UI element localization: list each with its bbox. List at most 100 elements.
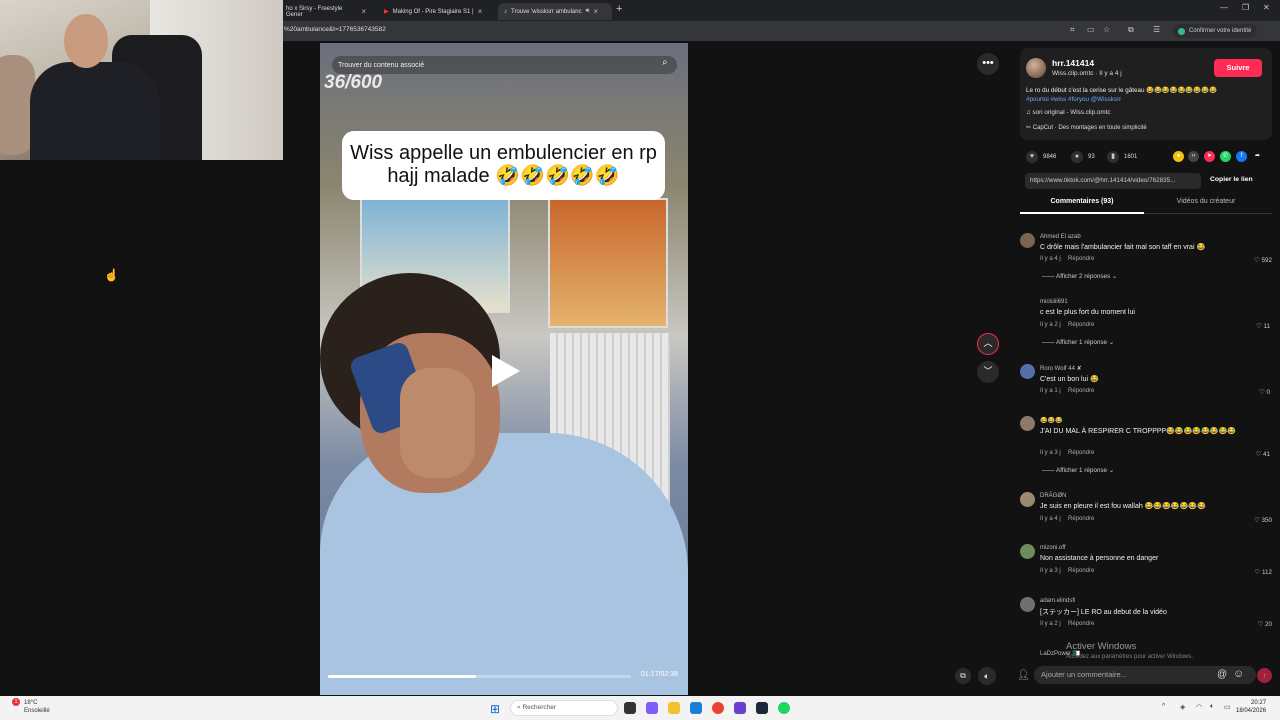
next-video-button[interactable]: ﹀ bbox=[977, 361, 999, 383]
show-replies-button[interactable]: —— Afficher 2 réponses ⌄ bbox=[1042, 273, 1117, 280]
chrome-icon[interactable] bbox=[712, 702, 724, 714]
steam-icon[interactable] bbox=[756, 702, 768, 714]
file-explorer-icon[interactable] bbox=[668, 702, 680, 714]
edge-icon[interactable] bbox=[690, 702, 702, 714]
taskbar-search[interactable]: ⌕ Rechercher bbox=[510, 700, 618, 716]
volume-icon[interactable]: 🔈︎ bbox=[978, 667, 996, 685]
tab-comments[interactable]: Commentaires (93) bbox=[1020, 198, 1144, 205]
extensions-icon[interactable]: ⧉ bbox=[1128, 25, 1134, 35]
comment-stat[interactable]: ● 93 bbox=[1071, 151, 1095, 163]
browser-tab[interactable]: ho x Sirsy - Freestyle Gener × bbox=[280, 3, 372, 20]
mention-icon[interactable]: @ bbox=[1217, 669, 1227, 680]
author-avatar[interactable] bbox=[1026, 58, 1046, 78]
reply-button[interactable]: Répondre bbox=[1068, 568, 1094, 574]
reply-button[interactable]: Répondre bbox=[1068, 388, 1094, 394]
hashtags[interactable]: #pourtoi #wiss #foryou @Wissksrr bbox=[1026, 96, 1121, 103]
comment-avatar[interactable] bbox=[1020, 364, 1035, 379]
author-name[interactable]: hrr.141414 bbox=[1052, 58, 1094, 68]
comment-user[interactable]: mizoni.off bbox=[1040, 545, 1066, 551]
comment-like-count[interactable]: ♡ 20 bbox=[1232, 621, 1272, 628]
reply-button[interactable]: Répondre bbox=[1068, 322, 1094, 328]
audio-icon: 🔊︎ bbox=[585, 8, 590, 14]
reply-button[interactable]: Répondre bbox=[1068, 516, 1094, 522]
close-tab-icon[interactable]: × bbox=[593, 7, 598, 16]
cast-icon[interactable]: ▭ bbox=[1087, 25, 1095, 34]
show-replies-label: Afficher 1 réponse bbox=[1056, 339, 1107, 346]
taskbar-clock[interactable]: 20:27 18/04/2026 bbox=[1236, 699, 1266, 715]
reply-button[interactable]: Répondre bbox=[1068, 621, 1094, 627]
battery-icon[interactable]: ▭ bbox=[1224, 703, 1231, 711]
maximize-button[interactable]: ❐ bbox=[1242, 3, 1249, 12]
comment-user[interactable]: Ahmed El azab bbox=[1040, 234, 1081, 240]
facebook-icon[interactable]: f bbox=[1236, 151, 1247, 162]
tab-creator-videos[interactable]: Vidéos du créateur bbox=[1144, 198, 1268, 205]
spotify-icon[interactable] bbox=[778, 702, 790, 714]
play-icon[interactable] bbox=[492, 355, 520, 387]
share-send-icon[interactable]: ➤ bbox=[1204, 151, 1215, 162]
task-view-icon[interactable] bbox=[624, 702, 636, 714]
reply-button[interactable]: Répondre bbox=[1068, 450, 1094, 456]
tab-search-icon[interactable]: ☰ bbox=[1153, 25, 1160, 34]
minimize-button[interactable]: — bbox=[1220, 3, 1228, 12]
close-tab-icon[interactable]: × bbox=[478, 7, 483, 16]
comment-like-count[interactable]: ♡ 592 bbox=[1232, 257, 1272, 264]
comment-avatar[interactable] bbox=[1020, 492, 1035, 507]
show-replies-button[interactable]: —— Afficher 1 réponse ⌄ bbox=[1042, 467, 1114, 474]
related-search-input[interactable]: Trouver du contenu associé ⌕ bbox=[332, 56, 677, 74]
more-options-button[interactable]: ••• bbox=[977, 53, 999, 75]
browser-tab-active[interactable]: ♪ Trouve 'wissksrr ambulanc 🔊︎ × bbox=[498, 3, 612, 20]
comment-like-count[interactable]: ♡ 41 bbox=[1230, 451, 1270, 458]
whatsapp-icon[interactable]: ✆ bbox=[1220, 151, 1231, 162]
comment-user[interactable]: mickiiii691 bbox=[1040, 299, 1068, 305]
comment-avatar[interactable] bbox=[1020, 298, 1035, 313]
embed-icon[interactable]: ‹› bbox=[1188, 151, 1199, 162]
translate-icon[interactable]: ⌗ bbox=[1070, 25, 1075, 35]
search-icon[interactable]: ⌕ bbox=[662, 57, 668, 68]
new-tab-button[interactable]: + bbox=[616, 3, 622, 15]
comment-user[interactable]: 😂😂😂 bbox=[1040, 417, 1062, 424]
tray-app-icon[interactable]: ◈ bbox=[1180, 703, 1185, 711]
like-stat[interactable]: ♥ 9846 bbox=[1026, 151, 1056, 163]
music-info[interactable]: ♫ son original - Wiss.clip.omtc bbox=[1026, 109, 1111, 116]
follow-button[interactable]: Suivre bbox=[1214, 59, 1262, 77]
url-field[interactable]: %20ambulance&t=1776536743582 bbox=[284, 26, 386, 33]
twitch-icon[interactable] bbox=[734, 702, 746, 714]
description-text: Le ro du début c'est la cerise sur le gâ… bbox=[1026, 87, 1217, 94]
comment-user[interactable]: Roro Wolf 44 ✘ bbox=[1040, 365, 1082, 372]
video-progress-fill bbox=[328, 675, 477, 678]
comment-like-count[interactable]: ♡ 11 bbox=[1230, 323, 1270, 330]
save-stat[interactable]: ▮ 1601 bbox=[1107, 151, 1137, 163]
volume-tray-icon[interactable]: 🔈︎ bbox=[1210, 703, 1214, 711]
comment-like-count[interactable]: ♡ 350 bbox=[1232, 517, 1272, 524]
copilot-icon[interactable] bbox=[646, 702, 658, 714]
wifi-icon[interactable]: ◠ bbox=[1196, 703, 1202, 711]
video-link-field[interactable]: https://www.tiktok.com/@hrr.141414/video… bbox=[1025, 173, 1201, 189]
comment-avatar[interactable] bbox=[1020, 544, 1035, 559]
copy-link-button[interactable]: Copier le lien bbox=[1210, 176, 1253, 183]
share-coin-icon[interactable]: ● bbox=[1173, 151, 1184, 162]
show-replies-button[interactable]: —— Afficher 1 réponse ⌄ bbox=[1042, 339, 1114, 346]
comment-user[interactable]: DRĀGØN bbox=[1040, 493, 1066, 499]
picture-in-picture-icon[interactable]: ⧉ bbox=[955, 668, 971, 684]
comment-like-count[interactable]: ♡ 0 bbox=[1230, 389, 1270, 396]
comment-like-count[interactable]: ♡ 112 bbox=[1232, 569, 1272, 576]
windows-start-icon[interactable]: ⊞ bbox=[490, 702, 500, 716]
comment-avatar[interactable] bbox=[1020, 416, 1035, 431]
reply-button[interactable]: Répondre bbox=[1068, 256, 1094, 262]
comment-avatar[interactable] bbox=[1020, 233, 1035, 248]
tray-chevron-icon[interactable]: ^ bbox=[1162, 703, 1165, 710]
close-tab-icon[interactable]: × bbox=[361, 7, 366, 16]
emoji-icon[interactable]: ☺ bbox=[1233, 668, 1244, 680]
bookmark-star-icon[interactable]: ☆ bbox=[1103, 25, 1110, 34]
capcut-promo[interactable]: ✂ CapCut · Des montages en toute simplic… bbox=[1026, 124, 1147, 131]
share-arrow-icon[interactable]: ➦ bbox=[1252, 151, 1263, 162]
weather-widget[interactable]: 18°C Ensoleillé bbox=[24, 699, 50, 715]
identity-button[interactable]: Confirmer votre identité bbox=[1172, 24, 1258, 38]
close-window-button[interactable]: ✕ bbox=[1263, 3, 1270, 12]
comment-user[interactable]: adam.elindsfi bbox=[1040, 598, 1075, 604]
previous-video-button[interactable]: ︿ bbox=[977, 333, 999, 355]
comment-avatar[interactable] bbox=[1020, 597, 1035, 612]
browser-tab[interactable]: ▶ Making Of - Pire Stagiaire S1 | × bbox=[378, 3, 494, 20]
send-comment-button[interactable]: ↑ bbox=[1257, 668, 1272, 683]
video-progress-bar[interactable] bbox=[328, 675, 631, 678]
